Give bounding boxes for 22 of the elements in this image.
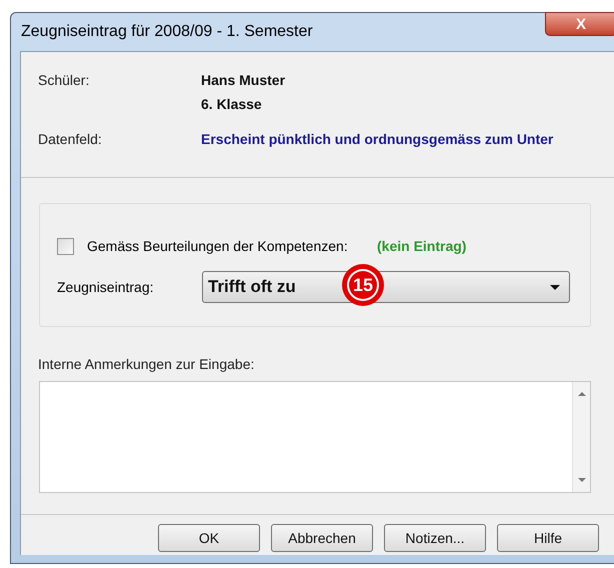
field-value: Erscheint pünktlich und ordnungsgemäss zum Unter xyxy=(201,130,554,149)
notes-textarea[interactable] xyxy=(39,381,591,493)
scroll-down-icon[interactable] xyxy=(578,478,586,482)
dialog-button[interactable]: Abbrechen xyxy=(271,524,373,552)
notes-label: Interne Anmerkungen zur Eingabe: xyxy=(38,355,256,374)
callout-number: 15 xyxy=(349,271,377,299)
dropdown-value: Trifft oft zu xyxy=(208,276,296,298)
field-label: Schüler: xyxy=(38,71,90,90)
scrollbar[interactable] xyxy=(572,382,590,492)
checkbox-label: Gemäss Beurteilungen der Kompetenzen: xyxy=(87,236,349,256)
status-text: (kein Eintrag) xyxy=(377,236,466,256)
window-title: Zeugniseintrag für 2008/09 - 1. Semester xyxy=(21,22,313,42)
dialog-button[interactable]: Hilfe xyxy=(497,524,599,552)
caret-icon xyxy=(550,285,560,290)
dialog-button[interactable]: Notizen... xyxy=(384,524,486,552)
dialog-button[interactable]: OK xyxy=(158,524,260,552)
scroll-up-icon[interactable] xyxy=(578,392,586,396)
field-value: Hans Muster xyxy=(201,71,286,90)
field-label: Zeugniseintrag: xyxy=(57,278,155,297)
field-value: 6. Klasse xyxy=(201,95,263,114)
field-label: Datenfeld: xyxy=(38,130,103,149)
checkbox[interactable] xyxy=(57,238,74,254)
